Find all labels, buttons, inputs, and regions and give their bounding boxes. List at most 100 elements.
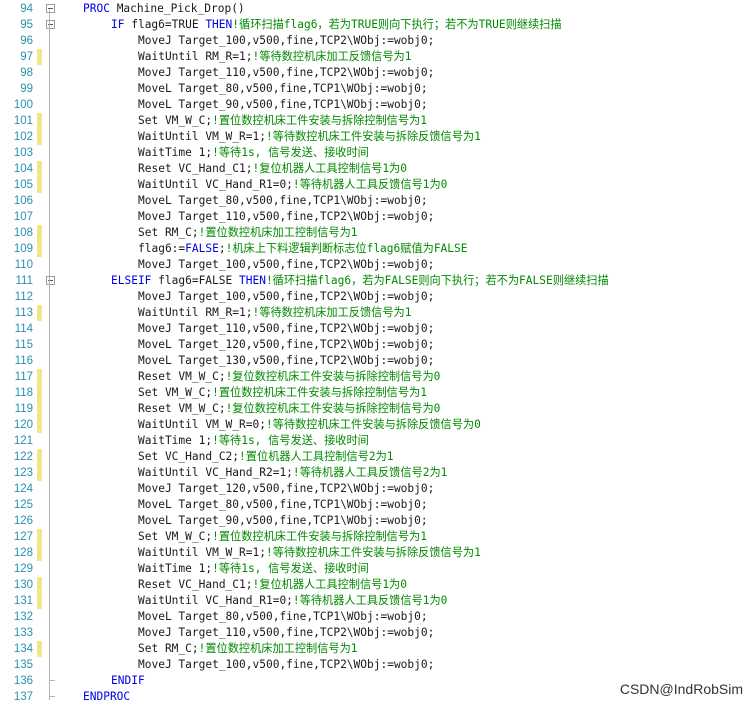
code-line[interactable]: 99 MoveL Target_80,v500,fine,TCP1\WObj:=w… bbox=[0, 81, 753, 97]
code-line[interactable]: 115 MoveL Target_120,v500,fine,TCP2\WObj:… bbox=[0, 337, 753, 353]
code-line[interactable]: 95 IF flag6=TRUE THEN!循环扫描flag6，若为TRUE则向下… bbox=[0, 17, 753, 33]
line-number: 99 bbox=[20, 83, 33, 95]
code-text: MoveL Target_80,v500,fine,TCP1\WObj:=wob… bbox=[138, 82, 428, 95]
code-line[interactable]: 96 MoveJ Target_100,v500,fine,TCP2\WObj:=… bbox=[0, 33, 753, 49]
code-line[interactable]: 117 Reset VM_W_C;!复位数控机床工件安装与拆除控制信号为0 bbox=[0, 369, 753, 385]
code-line[interactable]: 122 Set VC_Hand_C2;!置位机器人工具控制信号2为1 bbox=[0, 449, 753, 465]
line-number: 123 bbox=[13, 467, 33, 479]
code-line[interactable]: 114 MoveJ Target_110,v500,fine,TCP2\WObj:… bbox=[0, 321, 753, 337]
code-text: MoveJ Target_100,v500,fine,TCP2\WObj:=wo… bbox=[138, 34, 435, 47]
line-number: 136 bbox=[13, 675, 33, 687]
line-number: 119 bbox=[14, 403, 33, 415]
code-line[interactable]: 107 MoveJ Target_110,v500,fine,TCP2\WObj:… bbox=[0, 209, 753, 225]
code-text: Set RM_C;!置位数控机床加工控制信号为1 bbox=[138, 642, 358, 655]
change-marker bbox=[37, 401, 42, 417]
line-number: 135 bbox=[13, 659, 33, 671]
code-line[interactable]: 97 WaitUntil RM_R=1;!等待数控机床加工反馈信号为1 bbox=[0, 49, 753, 65]
watermark: CSDN@IndRobSim bbox=[619, 681, 743, 697]
code-line[interactable]: 106 MoveL Target_80,v500,fine,TCP1\WObj:=… bbox=[0, 193, 753, 209]
line-number: 116 bbox=[14, 355, 33, 367]
code-text: WaitTime 1;!等待1s, 信号发送、接收时间 bbox=[138, 434, 369, 447]
code-line[interactable]: 126 MoveL Target_90,v500,fine,TCP1\WObj:=… bbox=[0, 513, 753, 529]
code-line[interactable]: 132 MoveL Target_80,v500,fine,TCP1\WObj:=… bbox=[0, 609, 753, 625]
line-number: 96 bbox=[20, 35, 33, 47]
line-number: 95 bbox=[20, 19, 33, 31]
line-number: 105 bbox=[13, 179, 33, 191]
line-number: 126 bbox=[13, 515, 33, 527]
line-number: 117 bbox=[14, 371, 33, 383]
line-number: 114 bbox=[14, 323, 33, 335]
code-line[interactable]: 118 Set VM_W_C;!置位数控机床工件安装与拆除控制信号为1 bbox=[0, 385, 753, 401]
change-marker bbox=[37, 241, 42, 257]
code-line[interactable]: 134 Set RM_C;!置位数控机床加工控制信号为1 bbox=[0, 641, 753, 657]
code-line[interactable]: 125 MoveL Target_80,v500,fine,TCP1\WObj:=… bbox=[0, 497, 753, 513]
code-line[interactable]: 110 MoveJ Target_100,v500,fine,TCP2\WObj:… bbox=[0, 257, 753, 273]
code-text: MoveJ Target_110,v500,fine,TCP2\WObj:=wo… bbox=[138, 210, 435, 223]
code-line[interactable]: 135 MoveJ Target_100,v500,fine,TCP2\WObj:… bbox=[0, 657, 753, 673]
code-text: MoveJ Target_110,v500,fine,TCP2\WObj:=wo… bbox=[138, 66, 435, 79]
code-text: Set VM_W_C;!置位数控机床工件安装与拆除控制信号为1 bbox=[138, 114, 427, 127]
line-number: 129 bbox=[13, 563, 33, 575]
code-line[interactable]: 105 WaitUntil VC_Hand_R1=0;!等待机器人工具反馈信号1为… bbox=[0, 177, 753, 193]
code-text: ENDIF bbox=[111, 674, 145, 687]
line-number: 127 bbox=[13, 531, 33, 543]
line-number: 137 bbox=[13, 691, 33, 703]
code-line[interactable]: 103 WaitTime 1;!等待1s, 信号发送、接收时间 bbox=[0, 145, 753, 161]
line-number: 122 bbox=[13, 451, 33, 463]
code-line[interactable]: 113 WaitUntil RM_R=1;!等待数控机床加工反馈信号为1 bbox=[0, 305, 753, 321]
code-line[interactable]: 104 Reset VC_Hand_C1;!复位机器人工具控制信号1为0 bbox=[0, 161, 753, 177]
code-text: MoveL Target_90,v500,fine,TCP1\WObj:=wob… bbox=[138, 98, 428, 111]
line-number: 100 bbox=[13, 99, 33, 111]
change-marker bbox=[37, 161, 42, 177]
change-marker bbox=[37, 641, 42, 657]
code-line[interactable]: 116 MoveL Target_130,v500,fine,TCP2\WObj:… bbox=[0, 353, 753, 369]
code-line[interactable]: 128 WaitUntil VM_W_R=1;!等待数控机床工件安装与拆除反馈信号… bbox=[0, 545, 753, 561]
code-line[interactable]: 112 MoveJ Target_100,v500,fine,TCP2\WObj:… bbox=[0, 289, 753, 305]
code-text: Set VM_W_C;!置位数控机床工件安装与拆除控制信号为1 bbox=[138, 386, 427, 399]
change-marker bbox=[37, 225, 42, 241]
code-text: WaitUntil VM_W_R=1;!等待数控机床工件安装与拆除反馈信号为1 bbox=[138, 546, 481, 559]
line-number: 130 bbox=[13, 579, 33, 591]
code-line[interactable]: 130 Reset VC_Hand_C1;!复位机器人工具控制信号1为0 bbox=[0, 577, 753, 593]
line-number: 132 bbox=[13, 611, 33, 623]
change-marker bbox=[37, 545, 42, 561]
code-line[interactable]: 101 Set VM_W_C;!置位数控机床工件安装与拆除控制信号为1 bbox=[0, 113, 753, 129]
code-line[interactable]: 109 flag6:=FALSE;!机床上下料逻辑判断标志位flag6赋值为FAL… bbox=[0, 241, 753, 257]
change-marker bbox=[37, 385, 42, 401]
code-text: Reset VM_W_C;!复位数控机床工件安装与拆除控制信号为0 bbox=[138, 402, 441, 415]
code-text: WaitUntil VM_W_R=0;!等待数控机床工件安装与拆除反馈信号为0 bbox=[138, 418, 481, 431]
code-line[interactable]: 98 MoveJ Target_110,v500,fine,TCP2\WObj:=… bbox=[0, 65, 753, 81]
code-line[interactable]: 121 WaitTime 1;!等待1s, 信号发送、接收时间 bbox=[0, 433, 753, 449]
line-number: 121 bbox=[13, 435, 33, 447]
collapse-toggle-icon[interactable] bbox=[46, 20, 55, 29]
code-text: WaitTime 1;!等待1s, 信号发送、接收时间 bbox=[138, 562, 369, 575]
code-text: PROC Machine_Pick_Drop() bbox=[83, 2, 245, 15]
change-marker bbox=[37, 449, 42, 465]
code-line[interactable]: 127 Set VM_W_C;!置位数控机床工件安装与拆除控制信号为1 bbox=[0, 529, 753, 545]
change-marker bbox=[37, 113, 42, 129]
code-line[interactable]: 108 Set RM_C;!置位数控机床加工控制信号为1 bbox=[0, 225, 753, 241]
code-line[interactable]: 133 MoveJ Target_110,v500,fine,TCP2\WObj:… bbox=[0, 625, 753, 641]
code-line[interactable]: 100 MoveL Target_90,v500,fine,TCP1\WObj:=… bbox=[0, 97, 753, 113]
code-text: WaitUntil VC_Hand_R2=1;!等待机器人工具反馈信号2为1 bbox=[138, 466, 448, 479]
code-text: MoveJ Target_120,v500,fine,TCP2\WObj:=wo… bbox=[138, 482, 435, 495]
code-line[interactable]: 120 WaitUntil VM_W_R=0;!等待数控机床工件安装与拆除反馈信号… bbox=[0, 417, 753, 433]
code-line[interactable]: 129 WaitTime 1;!等待1s, 信号发送、接收时间 bbox=[0, 561, 753, 577]
line-number: 101 bbox=[13, 115, 33, 127]
code-editor[interactable]: 94 PROC Machine_Pick_Drop() 95 IF flag6=TRU… bbox=[0, 0, 753, 708]
collapse-toggle-icon[interactable] bbox=[46, 4, 55, 13]
code-line[interactable]: 94 PROC Machine_Pick_Drop() bbox=[0, 1, 753, 17]
code-text: MoveL Target_130,v500,fine,TCP2\WObj:=wo… bbox=[138, 354, 435, 367]
collapse-toggle-icon[interactable] bbox=[46, 276, 55, 285]
code-line[interactable]: 131 WaitUntil VC_Hand_R1=0;!等待机器人工具反馈信号1为… bbox=[0, 593, 753, 609]
code-line[interactable]: 123 WaitUntil VC_Hand_R2=1;!等待机器人工具反馈信号2为… bbox=[0, 465, 753, 481]
code-text: MoveL Target_80,v500,fine,TCP1\WObj:=wob… bbox=[138, 194, 428, 207]
code-line[interactable]: 102 WaitUntil VM_W_R=1;!等待数控机床工件安装与拆除反馈信号… bbox=[0, 129, 753, 145]
line-number: 128 bbox=[13, 547, 33, 559]
code-text: MoveJ Target_100,v500,fine,TCP2\WObj:=wo… bbox=[138, 290, 435, 303]
code-line[interactable]: 124 MoveJ Target_120,v500,fine,TCP2\WObj:… bbox=[0, 481, 753, 497]
code-text: flag6:=FALSE;!机床上下料逻辑判断标志位flag6赋值为FALSE bbox=[138, 242, 468, 255]
code-text: ELSEIF flag6=FALSE THEN!循环扫描flag6，若为FALS… bbox=[111, 274, 609, 287]
code-line[interactable]: 119 Reset VM_W_C;!复位数控机床工件安装与拆除控制信号为0 bbox=[0, 401, 753, 417]
code-line[interactable]: 111 ELSEIF flag6=FALSE THEN!循环扫描flag6，若为F… bbox=[0, 273, 753, 289]
